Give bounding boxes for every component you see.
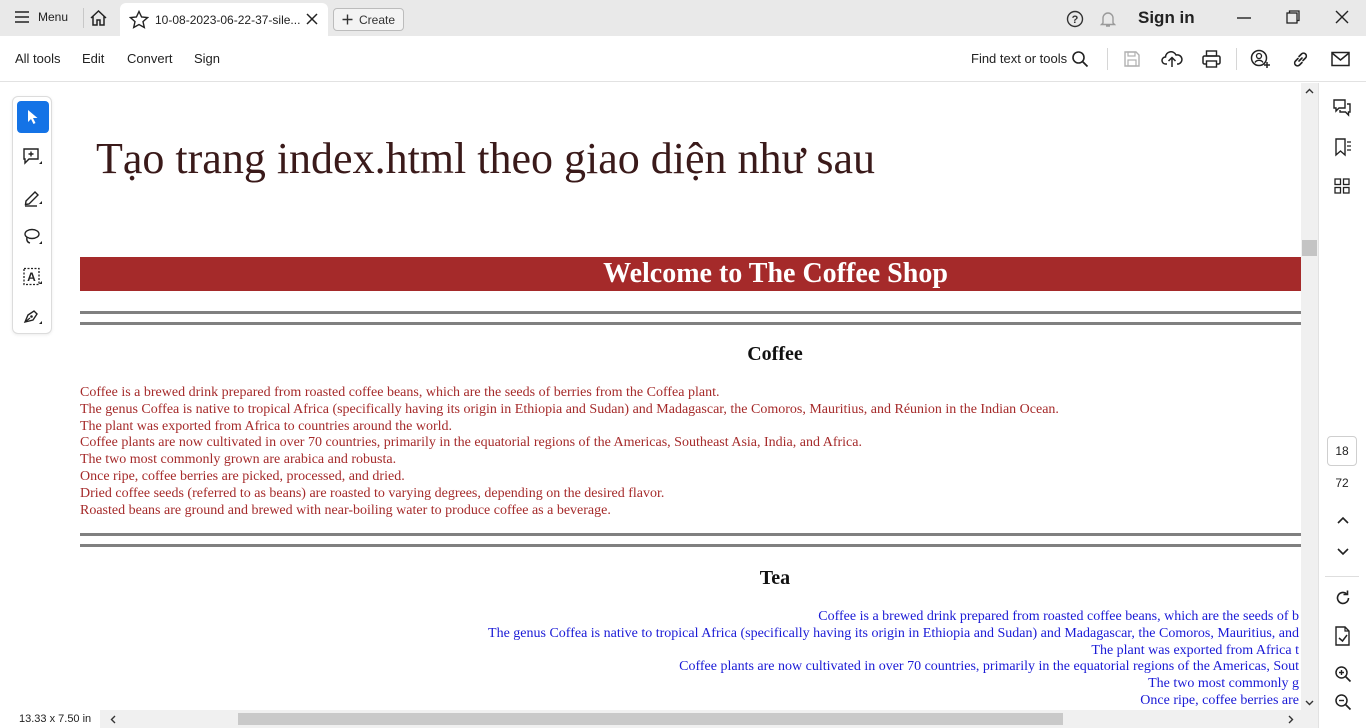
create-button[interactable]: Create xyxy=(333,8,404,31)
tea-title: Tea xyxy=(759,567,791,589)
home-button[interactable] xyxy=(89,9,108,27)
select-cursor-icon xyxy=(26,109,40,125)
lasso-tool[interactable] xyxy=(17,221,49,253)
scroll-left-arrow-icon[interactable] xyxy=(110,715,116,724)
divider-line xyxy=(80,322,1301,325)
divider-line xyxy=(80,533,1301,536)
coffee-line: The genus Coffea is native to tropical A… xyxy=(80,401,1059,417)
home-icon xyxy=(89,9,108,27)
divider xyxy=(1107,48,1108,70)
menu-convert[interactable]: Convert xyxy=(127,51,173,66)
coffee-line: Once ripe, coffee berries are picked, pr… xyxy=(80,468,405,484)
tea-line: Once ripe, coffee berries are xyxy=(1140,692,1299,708)
rotate-icon[interactable] xyxy=(1334,589,1352,607)
sign-tool[interactable] xyxy=(17,301,49,333)
divider xyxy=(1236,48,1237,70)
search-icon[interactable] xyxy=(1071,50,1089,68)
plus-icon xyxy=(342,14,353,25)
coffee-line: Roasted beans are ground and brewed with… xyxy=(80,502,611,518)
tea-line: The plant was exported from Africa t xyxy=(1091,642,1299,658)
highlight-tool[interactable] xyxy=(17,181,49,213)
restore-icon[interactable] xyxy=(1286,10,1300,24)
extract-page-icon[interactable] xyxy=(1334,626,1352,646)
sign-pen-icon xyxy=(22,307,44,327)
page-size-label: 13.33 x 7.50 in xyxy=(19,713,92,725)
vertical-scrollbar[interactable] xyxy=(1301,83,1318,710)
zoom-out-icon[interactable] xyxy=(1334,693,1352,711)
chevron-down-icon[interactable] xyxy=(1337,548,1349,556)
menu-bar: All tools Edit Convert Sign Find text or… xyxy=(0,36,1366,82)
comments-icon[interactable] xyxy=(1332,98,1352,118)
banner-title: Welcome to The Coffee Shop xyxy=(603,258,948,289)
add-comment-icon xyxy=(22,147,44,167)
scroll-up-arrow-icon[interactable] xyxy=(1305,88,1314,94)
tea-paragraph: Coffee is a brewed drink prepared from r… xyxy=(488,609,1299,710)
menu-edit[interactable]: Edit xyxy=(82,51,104,66)
coffee-line: The plant was exported from Africa to co… xyxy=(80,418,453,434)
chevron-up-icon[interactable] xyxy=(1337,516,1349,524)
find-text-button[interactable]: Find text or tools xyxy=(971,51,1067,66)
coffee-paragraph: Coffee is a brewed drink prepared from r… xyxy=(80,385,1059,519)
divider-line xyxy=(80,544,1301,547)
help-icon[interactable]: ? xyxy=(1066,10,1084,28)
add-comment-tool[interactable] xyxy=(17,141,49,173)
svg-text:?: ? xyxy=(1072,14,1079,26)
close-window-icon[interactable] xyxy=(1335,10,1349,24)
page-total: 72 xyxy=(1335,476,1349,490)
coffee-line: Coffee is a brewed drink prepared from r… xyxy=(80,385,720,400)
scroll-down-arrow-icon[interactable] xyxy=(1305,700,1314,706)
tea-line: Coffee plants are now cultivated in over… xyxy=(679,659,1299,675)
page-heading: Tạo trang index.html theo giao diện như … xyxy=(96,134,876,183)
document-page: Tạo trang index.html theo giao diện như … xyxy=(60,83,1301,710)
save-icon[interactable] xyxy=(1123,50,1141,68)
svg-text:A: A xyxy=(27,270,36,284)
horizontal-scroll-thumb[interactable] xyxy=(238,713,1063,725)
upload-icon[interactable] xyxy=(1161,49,1183,69)
tea-line: The two most commonly g xyxy=(1148,676,1299,692)
coffee-line: The two most commonly grown are arabica … xyxy=(80,452,397,468)
close-tab-icon[interactable] xyxy=(306,13,318,25)
minimize-icon[interactable] xyxy=(1237,17,1251,19)
thumbnails-icon[interactable] xyxy=(1334,178,1350,194)
menu-label: Menu xyxy=(38,10,69,24)
print-icon[interactable] xyxy=(1201,49,1222,69)
mail-icon[interactable] xyxy=(1331,51,1350,67)
divider-line xyxy=(80,311,1301,314)
scroll-right-arrow-icon[interactable] xyxy=(1288,715,1294,724)
bookmark-icon[interactable] xyxy=(1333,137,1353,157)
menu-button[interactable]: Menu xyxy=(14,10,68,24)
link-icon[interactable] xyxy=(1291,50,1310,69)
tea-line: The genus Coffea is native to tropical A… xyxy=(488,625,1299,641)
select-tool[interactable] xyxy=(17,101,49,133)
vertical-scroll-thumb[interactable] xyxy=(1302,240,1317,256)
text-select-tool[interactable]: A xyxy=(17,261,49,293)
welcome-banner: Welcome to The Coffee Shop xyxy=(80,257,1301,291)
menu-sign[interactable]: Sign xyxy=(194,51,220,66)
coffee-title: Coffee xyxy=(747,343,803,365)
create-label: Create xyxy=(358,12,396,27)
tea-line: Coffee is a brewed drink prepared from r… xyxy=(818,609,1299,624)
divider xyxy=(1325,576,1359,577)
bell-icon[interactable] xyxy=(1099,10,1117,28)
lasso-icon xyxy=(22,227,44,247)
menu-all-tools[interactable]: All tools xyxy=(15,51,61,66)
share-user-icon[interactable] xyxy=(1250,49,1271,69)
highlight-pen-icon xyxy=(22,187,44,207)
menu-icon xyxy=(14,10,30,24)
divider xyxy=(83,8,84,28)
star-icon[interactable] xyxy=(129,10,149,29)
sign-in-button[interactable]: Sign in xyxy=(1138,8,1195,28)
tab-title: 10-08-2023-06-22-37-sile... xyxy=(155,12,300,27)
tool-rail: A xyxy=(12,96,52,334)
coffee-line: Coffee plants are now cultivated in over… xyxy=(80,435,862,451)
text-select-icon: A xyxy=(22,267,44,287)
coffee-line: Dried coffee seeds (referred to as beans… xyxy=(80,485,665,501)
title-bar: Menu 10-08-2023-06-22-37-sile... Create … xyxy=(0,0,1366,36)
page-number-input[interactable]: 18 xyxy=(1327,436,1357,466)
document-tab[interactable]: 10-08-2023-06-22-37-sile... xyxy=(120,3,328,36)
zoom-in-icon[interactable] xyxy=(1334,665,1352,683)
